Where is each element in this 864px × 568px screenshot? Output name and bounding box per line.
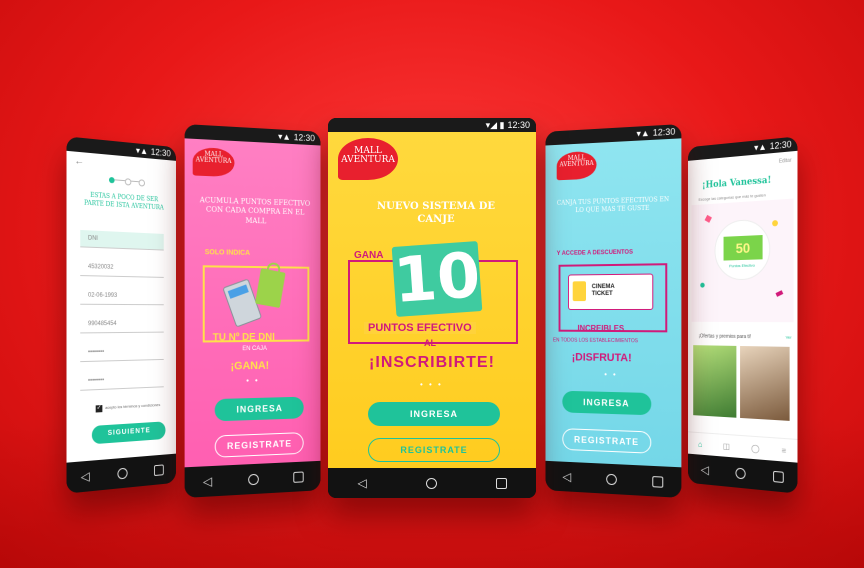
nav-home-icon[interactable] (247, 473, 259, 485)
al-label: AL (424, 338, 436, 348)
nav-back-icon[interactable]: ◁ (357, 477, 366, 489)
offer-card-2[interactable] (740, 345, 790, 421)
status-bar: ▾◢ ▮ 12:30 (328, 118, 536, 132)
nav-home-icon[interactable] (605, 473, 617, 485)
pink-headline: ACUMULA PUNTOS EFECTIVO CON CADA COMPRA … (199, 196, 311, 226)
nav-recent-icon[interactable] (153, 463, 164, 476)
popcorn-icon (572, 281, 587, 302)
tab-home-icon[interactable]: ⌂ (698, 439, 702, 448)
registration-screen: ← ESTAS A POCO DE SER PARTE DE ISTA AVEN… (66, 150, 177, 463)
phone-onboarding-pink: ▾▲ 12:30 MALL AVENTURA ACUMULA PUNTOS EFE… (184, 124, 321, 498)
accede-text: Y ACCEDE A DESCUENTOS (556, 249, 633, 257)
signal-icon: ▾▲ (754, 141, 767, 153)
inscribirte-label: ¡INSCRIBIRTE! (369, 354, 495, 371)
birthdate-input[interactable]: 02-06-1993 (80, 287, 164, 306)
gana-text: ¡GANA! (230, 359, 270, 373)
greeting: ¡Hola Vanessa! (702, 175, 772, 191)
signal-icon: ▾◢ ▮ (485, 120, 505, 130)
offers-heading: ¡Ofertas y premios para ti! (698, 333, 752, 341)
offers-see-all[interactable]: Ver (786, 334, 792, 339)
phone-input[interactable]: 990485454 (80, 315, 164, 334)
mall-aventura-logo: MALL AVENTURA (556, 150, 597, 181)
confirm-password-input[interactable]: •••••••• (80, 370, 164, 391)
blue-headline: CANJA TUS PUNTOS EFECTIVOS EN LO QUE MAS… (556, 195, 670, 215)
phone-home: ▾▲ 12:30 ¡Hola Vanessa! Editar Escoge las… (687, 136, 798, 494)
nav-back-icon[interactable]: ◁ (81, 469, 90, 484)
registrate-button[interactable]: REGISTRATE (562, 428, 652, 454)
points-bill: 50 (722, 233, 764, 262)
tab-profile-icon[interactable]: ◯ (751, 443, 759, 453)
onboarding-pink-screen: MALL AVENTURA ACUMULA PUNTOS EFECTIVO CO… (184, 138, 321, 468)
nav-recent-icon[interactable] (772, 470, 784, 483)
page-dots: • • (246, 375, 260, 386)
signal-icon: ▾▲ (278, 131, 291, 142)
onboarding-yellow-screen: MALL AVENTURA NUEVO SISTEMA DE CANJE GAN… (328, 132, 536, 468)
yellow-headline: NUEVO SISTEMA DE CANJE (376, 201, 496, 225)
android-nav-bar: ◁ (328, 468, 536, 498)
nav-recent-icon[interactable] (495, 477, 507, 489)
establecimientos-text: EN TODOS LOS ESTABLECIMIENTOS (552, 337, 638, 345)
phone-onboarding-yellow: ▾◢ ▮ 12:30 MALL AVENTURA NUEVO SISTEMA DE… (328, 118, 536, 498)
dni-number-input[interactable]: 45320032 (80, 258, 164, 278)
offer-card-1[interactable] (693, 345, 737, 418)
progress-steps (108, 175, 146, 187)
nav-recent-icon[interactable] (293, 470, 304, 483)
points-badge: 50 Puntos Efectivo (714, 218, 771, 281)
back-arrow-icon[interactable]: ← (74, 156, 84, 168)
nav-back-icon[interactable]: ◁ (203, 474, 212, 489)
ingresa-button[interactable]: INGRESA (368, 402, 500, 426)
terms-label: acepto los términos y condiciones (105, 402, 161, 410)
cinema-ticket-icon: CINEMA TICKET (567, 273, 654, 311)
confetti-banner: 50 Puntos Efectivo (691, 198, 794, 323)
edit-link[interactable]: Editar (779, 158, 792, 165)
mall-aventura-logo: MALL AVENTURA (338, 138, 398, 180)
registrate-button[interactable]: REGISTRATE (368, 438, 500, 462)
disfruta-text: ¡DISFRUTA! (571, 351, 632, 365)
tab-gift-icon[interactable]: ◫ (723, 441, 730, 450)
nav-back-icon[interactable]: ◁ (701, 462, 709, 476)
nav-recent-icon[interactable] (652, 475, 664, 488)
mall-aventura-logo: MALL AVENTURA (192, 146, 235, 178)
password-input[interactable]: •••••••• (80, 343, 164, 363)
big-number: 10 (391, 238, 483, 317)
registration-title: ESTAS A POCO DE SER PARTE DE ISTA AVENTU… (84, 191, 164, 212)
tab-menu-icon[interactable]: ≡ (782, 445, 787, 455)
increibles-text: INCREIBLES (577, 323, 625, 334)
registrate-button[interactable]: REGISTRATE (214, 432, 304, 458)
signal-icon: ▾▲ (636, 127, 650, 139)
nav-home-icon[interactable] (117, 467, 128, 480)
nav-back-icon[interactable]: ◁ (562, 470, 571, 484)
ingresa-button[interactable]: INGRESA (214, 396, 304, 422)
en-caja-text: EN CAJA (242, 345, 267, 353)
phone-registration: ▾▲ 12:30 ← ESTAS A POCO DE SER PARTE DE I… (66, 136, 177, 494)
puntos-label: PUNTOS EFECTIVO (364, 322, 476, 334)
ingresa-button[interactable]: INGRESA (562, 390, 652, 416)
dni-text: TU Nº DE DNI (212, 331, 275, 344)
signal-icon: ▾▲ (135, 145, 149, 157)
home-screen: ¡Hola Vanessa! Editar Escoge las categor… (687, 150, 798, 463)
page-dots: • • (604, 369, 618, 380)
terms-checkbox[interactable]: ✓ (95, 405, 103, 413)
dni-select[interactable]: DNI (80, 229, 164, 251)
page-dots: • • • (420, 380, 443, 389)
phone-onboarding-blue: ▾▲ 12:30 MALL AVENTURA CANJA TUS PUNTOS E… (545, 124, 682, 498)
onboarding-blue-screen: MALL AVENTURA CANJA TUS PUNTOS EFECTIVOS… (545, 138, 682, 468)
nav-home-icon[interactable] (735, 466, 746, 479)
points-label: Puntos Efectivo (729, 262, 755, 269)
nav-home-icon[interactable] (425, 477, 437, 489)
next-button[interactable]: SIGUIENTE (91, 421, 166, 445)
solo-indica: SOLO INDICA (204, 249, 251, 257)
